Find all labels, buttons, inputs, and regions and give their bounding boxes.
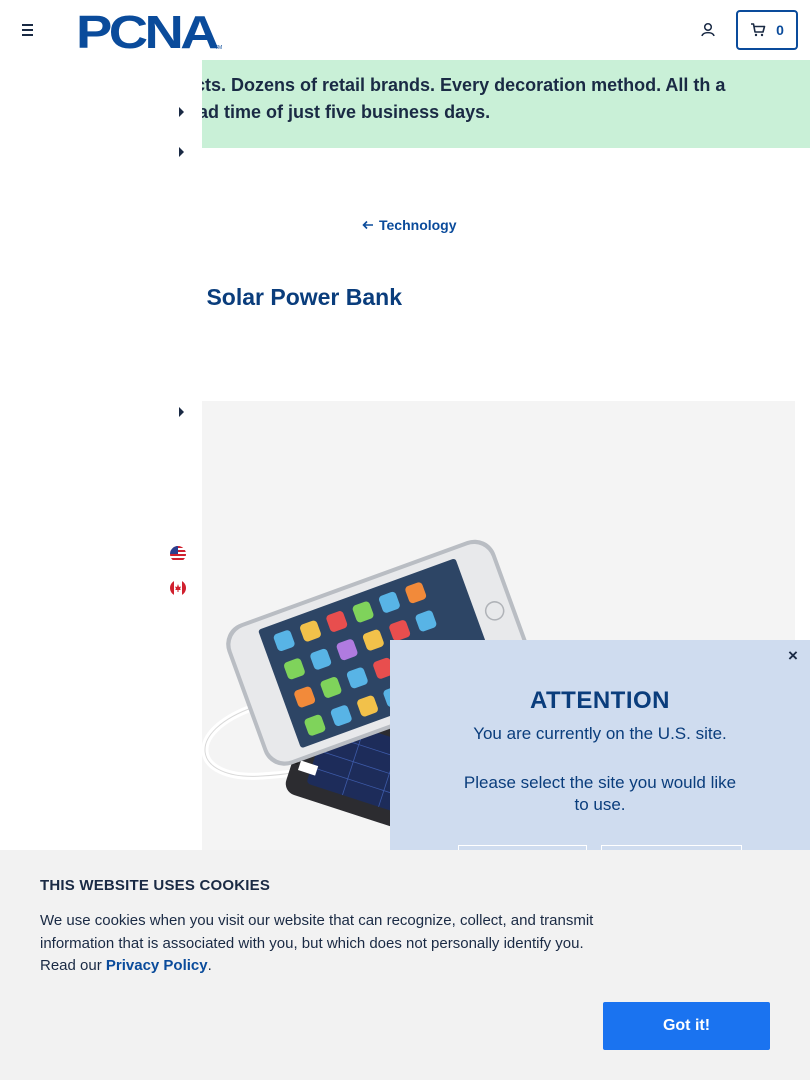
drawer-top-panel xyxy=(0,60,202,178)
caret-right-icon[interactable] xyxy=(179,107,184,117)
side-drawer xyxy=(0,60,202,850)
cart-icon xyxy=(751,23,766,37)
hamburger-menu-icon[interactable] xyxy=(18,20,38,40)
pcna-logo[interactable]: PCNA TM xyxy=(76,6,224,58)
caret-right-icon[interactable] xyxy=(179,147,184,157)
modal-current-site-text: You are currently on the U.S. site. xyxy=(473,724,727,743)
privacy-policy-link[interactable]: Privacy Policy xyxy=(106,957,208,974)
back-link-label: Technology xyxy=(379,217,457,233)
cookie-banner: THIS WEBSITE USES COOKIES We use cookies… xyxy=(0,850,810,1080)
arrow-left-icon xyxy=(362,220,373,230)
site-selection-modal: ATTENTION You are currently on the U.S. … xyxy=(390,640,810,875)
accept-cookies-button[interactable]: Got it! xyxy=(603,1002,770,1050)
account-icon[interactable] xyxy=(698,20,718,40)
caret-right-icon[interactable] xyxy=(179,407,184,417)
svg-text:PCNA: PCNA xyxy=(76,11,218,51)
close-icon[interactable]: × xyxy=(784,646,802,666)
product-title: n Solar Power Bank xyxy=(186,284,403,310)
drawer-panel xyxy=(0,178,202,850)
promo-text: ls of products. Dozens of retail brands.… xyxy=(102,75,726,122)
cart-button[interactable]: 0 xyxy=(736,10,798,50)
cookie-text-end: . xyxy=(207,957,212,974)
cart-count: 0 xyxy=(776,22,784,38)
us-flag-icon[interactable] xyxy=(170,546,186,562)
site-header: PCNA TM 0 xyxy=(0,0,810,60)
modal-title: ATTENTION xyxy=(529,687,671,714)
svg-text:TM: TM xyxy=(215,45,222,51)
cookie-text: We use cookies when you visit our websit… xyxy=(40,910,600,978)
modal-prompt-text: Please select the site you would like to… xyxy=(463,773,737,814)
cookie-title: THIS WEBSITE USES COOKIES xyxy=(40,877,271,894)
canada-flag-icon[interactable] xyxy=(170,580,186,596)
back-to-category-link[interactable]: Technology xyxy=(362,217,457,233)
